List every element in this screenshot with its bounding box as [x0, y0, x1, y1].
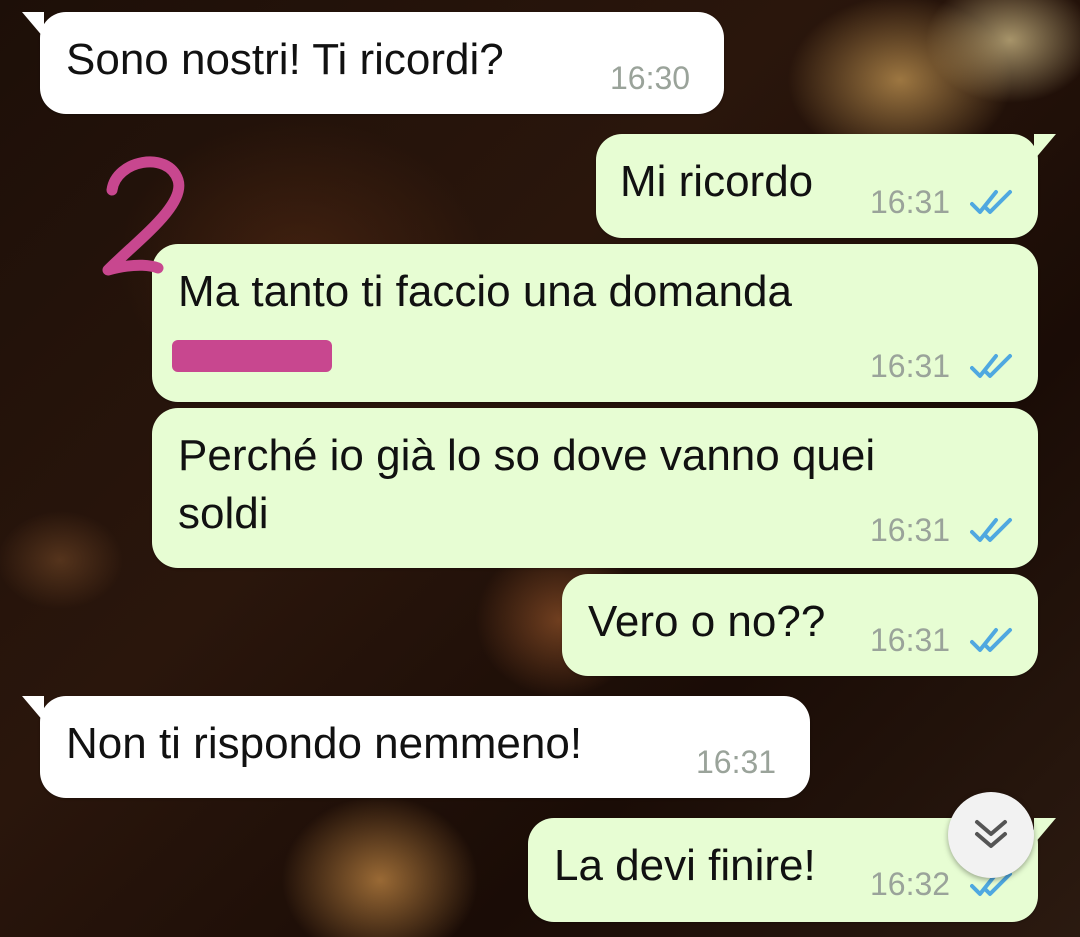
double-check-icon [970, 628, 1012, 652]
message-text: Sono nostri! Ti ricordi? [66, 35, 504, 84]
message-bubble-outgoing[interactable]: Mi ricordo 16:31 [596, 134, 1056, 238]
message-time: 16:32 [870, 866, 951, 902]
message-time: 16:31 [870, 512, 951, 548]
message-bubble-outgoing[interactable]: Perché io già lo so dove vanno quei sold… [152, 408, 1038, 568]
message-text: Vero o no?? [588, 597, 826, 646]
message-bubble-outgoing[interactable]: Ma tanto ti faccio una domanda 16:31 [152, 244, 1038, 402]
handwritten-number-2 [102, 156, 185, 276]
message-time: 16:31 [696, 744, 777, 780]
message-text: Mi ricordo [620, 157, 814, 206]
double-chevron-down-icon [975, 820, 1007, 848]
message-time: 16:31 [870, 348, 951, 384]
message-bubble-outgoing[interactable]: Vero o no?? 16:31 [562, 574, 1038, 676]
double-check-icon [970, 354, 1012, 378]
message-bubble-incoming[interactable]: Sono nostri! Ti ricordi? 16:30 [22, 12, 724, 114]
message-text: Non ti rispondo nemmeno! [66, 719, 583, 768]
message-bubble-incoming[interactable]: Non ti rispondo nemmeno! 16:31 [22, 696, 810, 798]
message-time: 16:31 [870, 622, 951, 658]
scroll-to-bottom-button[interactable] [948, 792, 1034, 878]
double-check-icon [970, 518, 1012, 542]
message-time: 16:31 [870, 184, 951, 220]
message-text-line-1: Ma tanto ti faccio una domanda [178, 267, 792, 316]
message-time: 16:30 [610, 60, 691, 96]
double-check-icon [970, 190, 1012, 214]
message-text: La devi finire! [554, 841, 816, 890]
message-text-line-1: Perché io già lo so dove vanno quei [178, 431, 876, 480]
redaction-scribble [172, 340, 332, 372]
message-text-line-2: soldi [178, 489, 269, 538]
